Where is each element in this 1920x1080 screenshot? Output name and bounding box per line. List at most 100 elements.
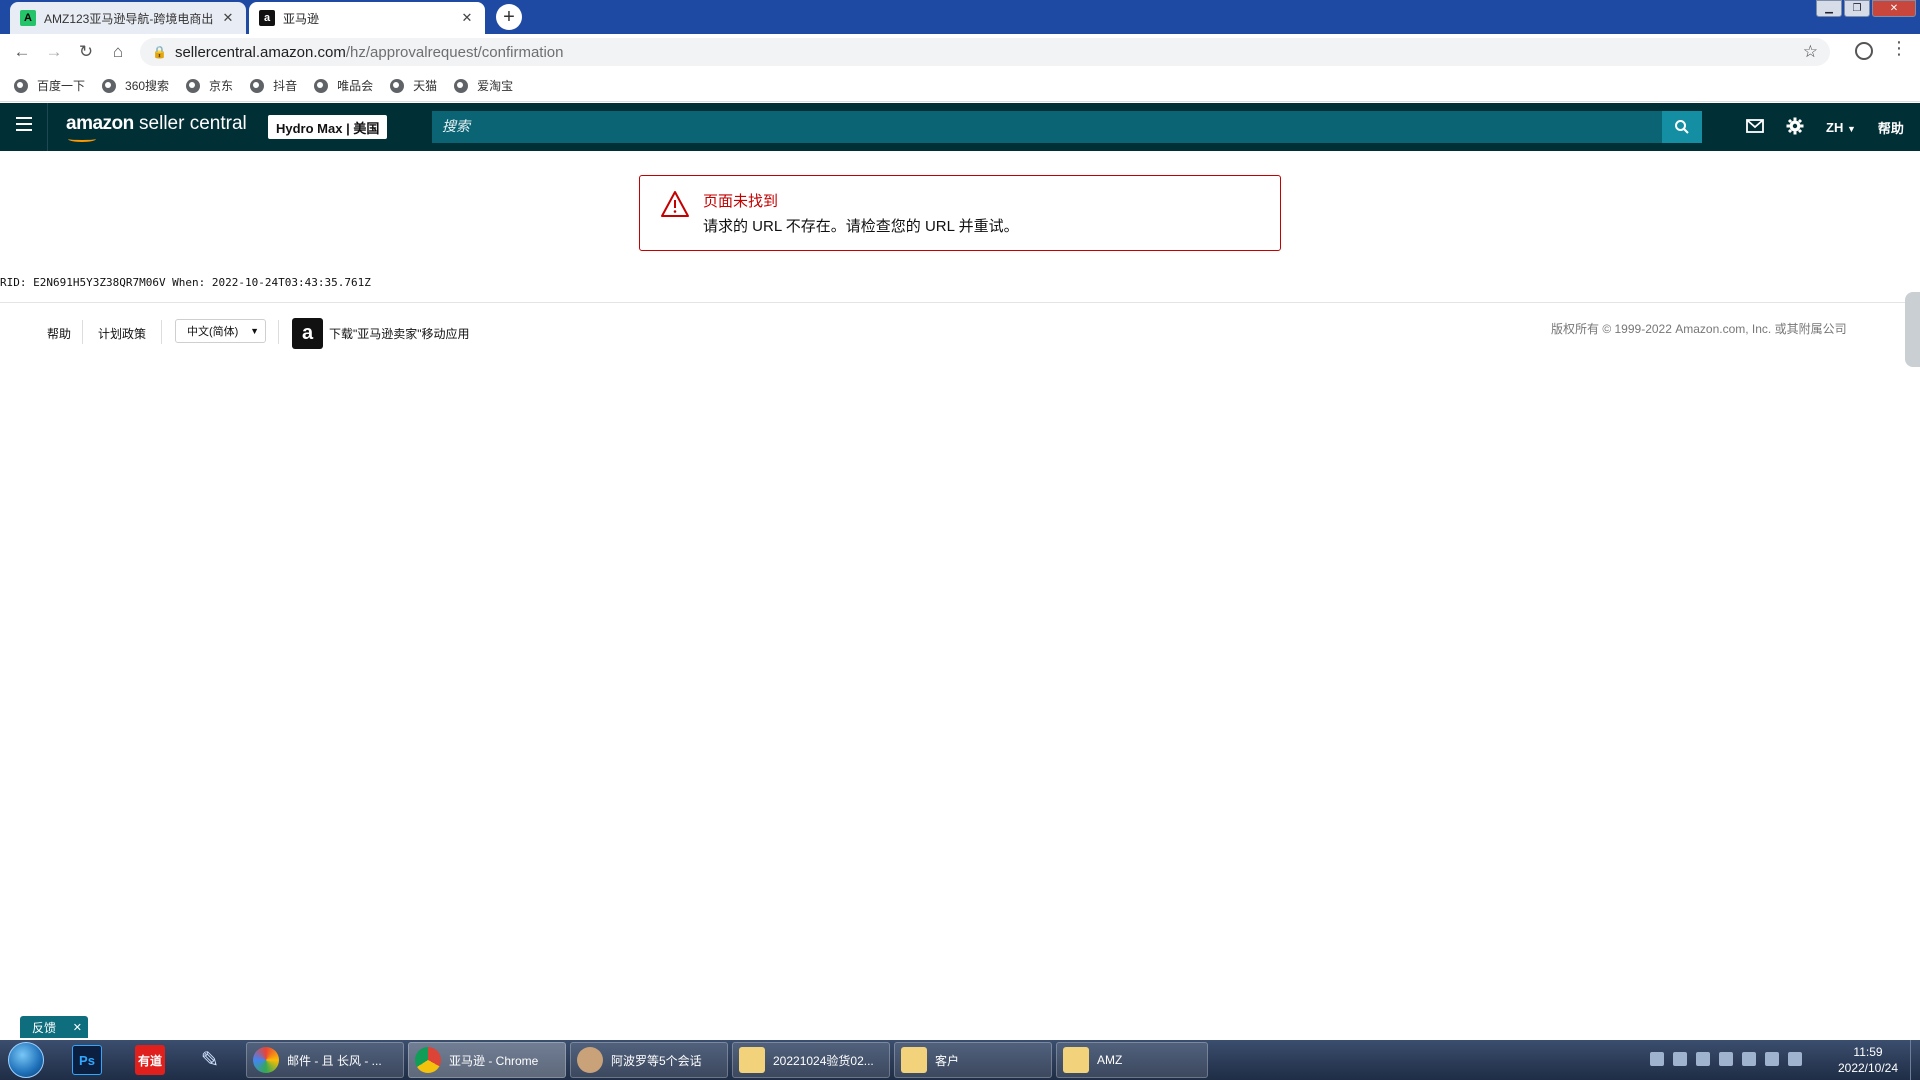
mail-icon[interactable]: [1746, 118, 1764, 136]
footer-help-link[interactable]: 帮助: [47, 325, 71, 342]
alert-message: 请求的 URL 不存在。请检查您的 URL 并重试。: [703, 218, 1019, 235]
search-button[interactable]: [1662, 111, 1702, 143]
taskbar-folder-window[interactable]: 客户: [894, 1042, 1052, 1078]
bookmark-label: 京东: [209, 79, 234, 93]
search-icon: [1675, 120, 1689, 134]
address-bar[interactable]: 🔒 sellercentral.amazon.com/hz/approvalre…: [140, 38, 1830, 66]
volume-icon[interactable]: [1788, 1052, 1802, 1066]
footer-language-select[interactable]: 中文(简体) ▼: [175, 319, 266, 343]
dropdown-arrow-icon: ▼: [250, 326, 259, 336]
window-controls: ▁ ❐ ✕: [1816, 0, 1916, 17]
chrome-icon: [415, 1047, 441, 1073]
taskbar-button-label: AMZ: [1097, 1053, 1123, 1067]
tab-close-icon[interactable]: ✕: [459, 10, 475, 26]
taskbar-chrome-window[interactable]: 亚马逊 - Chrome: [408, 1042, 566, 1078]
tab-close-icon[interactable]: ✕: [220, 10, 236, 26]
amazon-app-icon[interactable]: a: [292, 318, 323, 349]
show-desktop-button[interactable]: [1910, 1040, 1920, 1080]
bookmark-label: 百度一下: [37, 79, 86, 93]
globe-icon: [314, 78, 329, 93]
wechat-icon[interactable]: [1696, 1052, 1710, 1066]
menu-kebab-icon[interactable]: ⋮: [1890, 38, 1908, 59]
hamburger-menu-icon[interactable]: [16, 117, 32, 135]
bookmark-star-icon[interactable]: ☆: [1803, 42, 1818, 62]
network-app-icon[interactable]: [1673, 1052, 1687, 1066]
profile-icon[interactable]: [1855, 42, 1873, 60]
avatar: [577, 1047, 603, 1073]
footer-separator: [82, 320, 83, 344]
page-footer: 帮助 计划政策 中文(简体) ▼ a 下载"亚马逊卖家"移动应用 版权所有 © …: [0, 316, 1920, 356]
window-close-icon[interactable]: ✕: [1872, 0, 1916, 17]
windows-start-icon[interactable]: [8, 1042, 44, 1078]
lock-icon: 🔒: [152, 45, 167, 59]
taskbar-folder-window[interactable]: AMZ: [1056, 1042, 1208, 1078]
feedback-label: 反馈: [32, 1020, 57, 1035]
logo-amazon-text: amazon: [66, 113, 134, 134]
globe-icon: [102, 78, 117, 93]
notepad-pen-icon[interactable]: ✎: [195, 1045, 225, 1075]
reload-icon[interactable]: ↻: [70, 42, 102, 62]
bookmark-item[interactable]: 天猫: [390, 77, 437, 94]
taskbar-folder-window[interactable]: 20221024验货02...: [732, 1042, 890, 1078]
bookmark-label: 抖音: [273, 79, 298, 93]
store-switcher[interactable]: Hydro Max | 美国: [268, 115, 388, 139]
mail-app-icon: [253, 1047, 279, 1073]
new-tab-button[interactable]: +: [496, 4, 522, 30]
minimize-icon[interactable]: ▁: [1816, 0, 1842, 17]
download-app-link[interactable]: 下载"亚马逊卖家"移动应用: [329, 325, 470, 342]
bookmark-item[interactable]: 抖音: [250, 77, 297, 94]
browser-tab-amz123[interactable]: A AMZ123亚马逊导航-跨境电商出 ✕: [10, 2, 246, 34]
maximize-icon[interactable]: ❐: [1844, 0, 1870, 17]
header-help-link[interactable]: 帮助: [1878, 118, 1904, 137]
bookmark-item[interactable]: 京东: [186, 77, 233, 94]
globe-icon: [454, 78, 469, 93]
bookmark-label: 爱淘宝: [477, 79, 514, 93]
qq-icon[interactable]: [1719, 1052, 1733, 1066]
bookmark-item[interactable]: 360搜索: [102, 77, 169, 94]
side-panel-thumbnail[interactable]: [1905, 292, 1920, 367]
seller-central-logo[interactable]: amazon seller central: [66, 113, 247, 142]
windows-taskbar: Ps 有道 ✎ 邮件 - 且 长风 - ... 亚马逊 - Chrome 阿波罗…: [0, 1040, 1920, 1080]
feedback-button[interactable]: 反馈 ✕: [20, 1016, 88, 1038]
footer-divider: [0, 302, 1920, 303]
caret-down-icon: ▼: [1846, 123, 1856, 134]
back-arrow-icon[interactable]: ←: [6, 42, 38, 62]
warning-triangle-icon: [661, 191, 689, 217]
taskbar-clock[interactable]: 11:59 2022/10/24: [1830, 1044, 1906, 1076]
bookmark-item[interactable]: 百度一下: [14, 77, 85, 94]
url-host: sellercentral.amazon.com: [174, 43, 346, 61]
browser-tab-strip: A AMZ123亚马逊导航-跨境电商出 ✕ a 亚马逊 ✕ + ▁ ❐ ✕: [0, 0, 1920, 34]
feedback-close-icon[interactable]: ✕: [73, 1021, 82, 1034]
amazon-favicon-icon: a: [259, 10, 275, 26]
amz123-favicon-icon: A: [20, 10, 36, 26]
bookmark-item[interactable]: 唯品会: [314, 77, 373, 94]
header-divider: [47, 103, 48, 151]
taskbar-mail-window[interactable]: 邮件 - 且 长风 - ...: [246, 1042, 404, 1078]
browser-tab-amazon[interactable]: a 亚马逊 ✕: [249, 2, 485, 34]
footer-separator: [161, 320, 162, 344]
forward-arrow-icon[interactable]: →: [38, 42, 70, 62]
network-icon[interactable]: [1765, 1052, 1779, 1066]
keyboard-icon[interactable]: [1650, 1052, 1664, 1066]
footer-policies-link[interactable]: 计划政策: [98, 325, 146, 342]
request-id-line: RID: E2N691H5Y3Z38QR7M06V When: 2022-10-…: [0, 276, 371, 289]
browser-toolbar: ← → ↻ ⌂ 🔒 sellercentral.amazon.com/hz/ap…: [0, 34, 1920, 70]
settings-gear-icon[interactable]: [1786, 117, 1804, 138]
bookmark-item[interactable]: 爱淘宝: [454, 77, 513, 94]
globe-icon: [250, 78, 265, 93]
search-input[interactable]: [432, 111, 1662, 143]
taskbar-button-label: 亚马逊 - Chrome: [449, 1053, 539, 1068]
page-not-found-alert: 页面未找到 请求的 URL 不存在。请检查您的 URL 并重试。: [639, 175, 1281, 251]
alert-title: 页面未找到: [703, 193, 779, 210]
tab-title: AMZ123亚马逊导航-跨境电商出: [44, 11, 214, 26]
youdao-icon[interactable]: 有道: [135, 1045, 165, 1075]
globe-icon: [14, 78, 28, 93]
bookmarks-bar: 百度一下 360搜索 京东 抖音 唯品会 天猫 爱淘宝: [0, 70, 1920, 102]
home-icon[interactable]: ⌂: [102, 42, 134, 62]
copyright-text: 版权所有 © 1999-2022 Amazon.com, Inc. 或其附属公司: [1551, 322, 1847, 336]
taskbar-chat-window[interactable]: 阿波罗等5个会话: [570, 1042, 728, 1078]
footer-separator: [278, 320, 279, 344]
photoshop-icon[interactable]: Ps: [72, 1045, 102, 1075]
language-selector[interactable]: ZH ▼: [1826, 120, 1856, 135]
qq-icon[interactable]: [1742, 1052, 1756, 1066]
